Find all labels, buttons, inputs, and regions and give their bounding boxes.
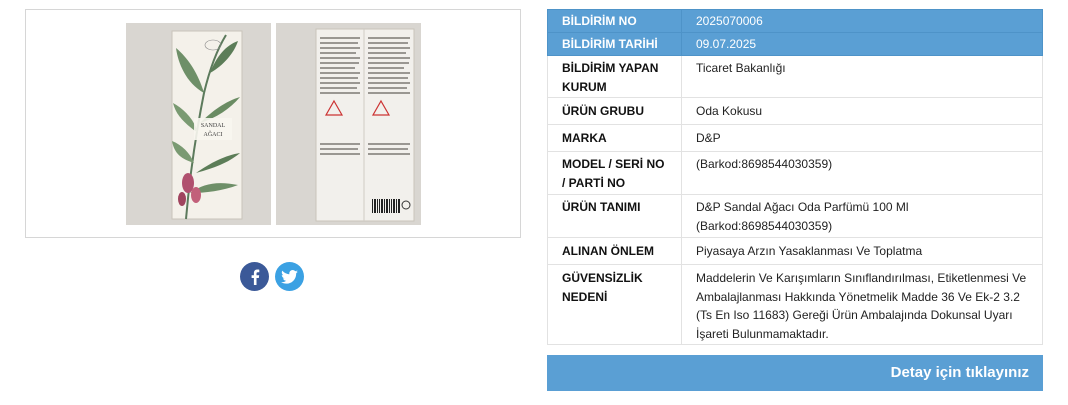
row-label: MARKA bbox=[547, 124, 682, 152]
facebook-share-button[interactable] bbox=[240, 262, 269, 291]
notification-details-table: BİLDİRİM NO 2025070006 BİLDİRİM TARİHİ 0… bbox=[547, 9, 1043, 345]
table-row: BİLDİRİM YAPAN KURUM Ticaret Bakanlığı bbox=[547, 55, 1043, 98]
table-row: ALINAN ÖNLEM Piyasaya Arzın Yasaklanması… bbox=[547, 237, 1043, 265]
product-name-line2: AĞACI bbox=[204, 130, 223, 138]
row-value: Oda Kokusu bbox=[681, 97, 1043, 125]
facebook-icon bbox=[251, 269, 259, 285]
row-label: BİLDİRİM TARİHİ bbox=[547, 32, 682, 56]
row-value: Ticaret Bakanlığı bbox=[681, 55, 1043, 98]
row-value: D&P bbox=[681, 124, 1043, 152]
table-row: MODEL / SERİ NO / PARTİ NO (Barkod:86985… bbox=[547, 151, 1043, 195]
row-label: ÜRÜN GRUBU bbox=[547, 97, 682, 125]
social-share bbox=[240, 262, 304, 291]
product-image-frame[interactable]: SANDAL AĞACI bbox=[25, 9, 521, 238]
row-label: GÜVENSİZLİK NEDENİ bbox=[547, 264, 682, 345]
row-value: (Barkod:8698544030359) bbox=[681, 151, 1043, 195]
table-row: ÜRÜN TANIMI D&P Sandal Ağacı Oda Parfümü… bbox=[547, 194, 1043, 238]
table-row: MARKA D&P bbox=[547, 124, 1043, 152]
detail-link-button[interactable]: Detay için tıklayınız bbox=[547, 355, 1043, 391]
product-name-line1: SANDAL bbox=[201, 123, 226, 129]
row-label: ÜRÜN TANIMI bbox=[547, 194, 682, 238]
row-label: BİLDİRİM YAPAN KURUM bbox=[547, 55, 682, 98]
row-value: 2025070006 bbox=[681, 9, 1043, 33]
table-row: ÜRÜN GRUBU Oda Kokusu bbox=[547, 97, 1043, 125]
row-value: Piyasaya Arzın Yasaklanması Ve Toplatma bbox=[681, 237, 1043, 265]
row-value: Maddelerin Ve Karışımların Sınıflandırıl… bbox=[681, 264, 1043, 345]
twitter-icon bbox=[281, 269, 298, 284]
table-row: BİLDİRİM TARİHİ 09.07.2025 bbox=[547, 32, 1043, 56]
table-row: GÜVENSİZLİK NEDENİ Maddelerin Ve Karışım… bbox=[547, 264, 1043, 345]
twitter-share-button[interactable] bbox=[275, 262, 304, 291]
product-front-photo: SANDAL AĞACI bbox=[126, 23, 271, 225]
row-value: 09.07.2025 bbox=[681, 32, 1043, 56]
row-label: BİLDİRİM NO bbox=[547, 9, 682, 33]
table-row: BİLDİRİM NO 2025070006 bbox=[547, 9, 1043, 33]
row-label: MODEL / SERİ NO / PARTİ NO bbox=[547, 151, 682, 195]
row-label: ALINAN ÖNLEM bbox=[547, 237, 682, 265]
product-back-photo bbox=[276, 23, 421, 225]
row-value: D&P Sandal Ağacı Oda Parfümü 100 Ml (Bar… bbox=[681, 194, 1043, 238]
